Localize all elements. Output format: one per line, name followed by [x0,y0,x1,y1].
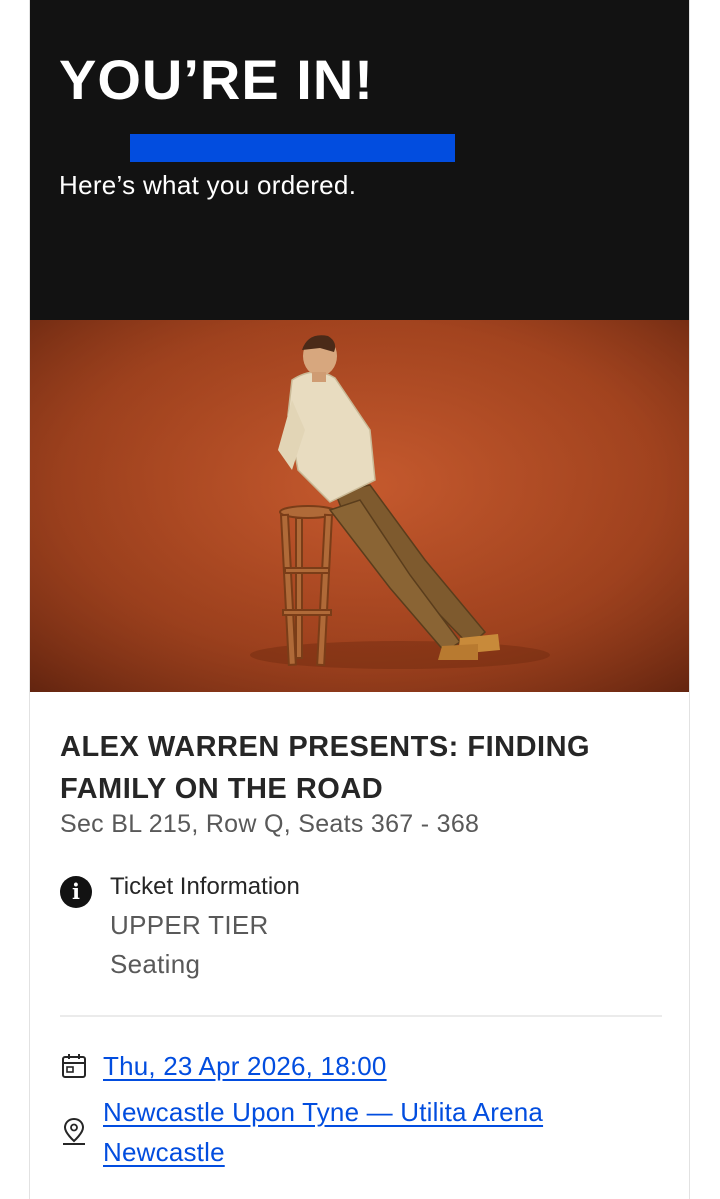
location-pin-icon [60,1116,88,1151]
artist-photo-illustration [30,320,689,692]
page-title: YOU’RE IN! [59,48,374,111]
hero-title-container: YOU’RE IN! [59,48,455,162]
event-date-row: Thu, 23 Apr 2026, 18:00 [60,1046,660,1090]
event-title: ALEX WARREN PRESENTS: FINDING FAMILY ON … [60,731,591,805]
event-venue-row: Newcastle Upon Tyne — Utilita Arena Newc… [60,1092,660,1176]
info-icon: i [60,876,92,908]
page-subtitle: Here’s what you ordered. [59,170,357,200]
calendar-icon [60,1052,88,1085]
title-highlight-bar [130,134,455,162]
ticket-tier: UPPER TIER [110,910,269,940]
seat-details: Sec BL 215, Row Q, Seats 367 - 368 [60,810,480,838]
event-artist-photo [30,320,689,692]
ticket-info-heading: Ticket Information [110,873,300,900]
order-confirmation-page: YOU’RE IN! Here’s what you ordered. ALEX… [0,0,720,1199]
event-date-link[interactable]: Thu, 23 Apr 2026, 18:00 [103,1046,387,1086]
confirmation-header: YOU’RE IN! Here’s what you ordered. [30,0,689,320]
order-card: YOU’RE IN! Here’s what you ordered. ALEX… [29,0,690,1199]
ticket-information-section: i Ticket Information UPPER TIER Seating [60,870,660,990]
venue-link-line-1[interactable]: Newcastle Upon Tyne — Utilita Arena [103,1092,543,1132]
section-divider [60,1015,662,1017]
venue-link-line-2[interactable]: Newcastle [103,1132,225,1172]
ticket-type: Seating [110,949,201,979]
